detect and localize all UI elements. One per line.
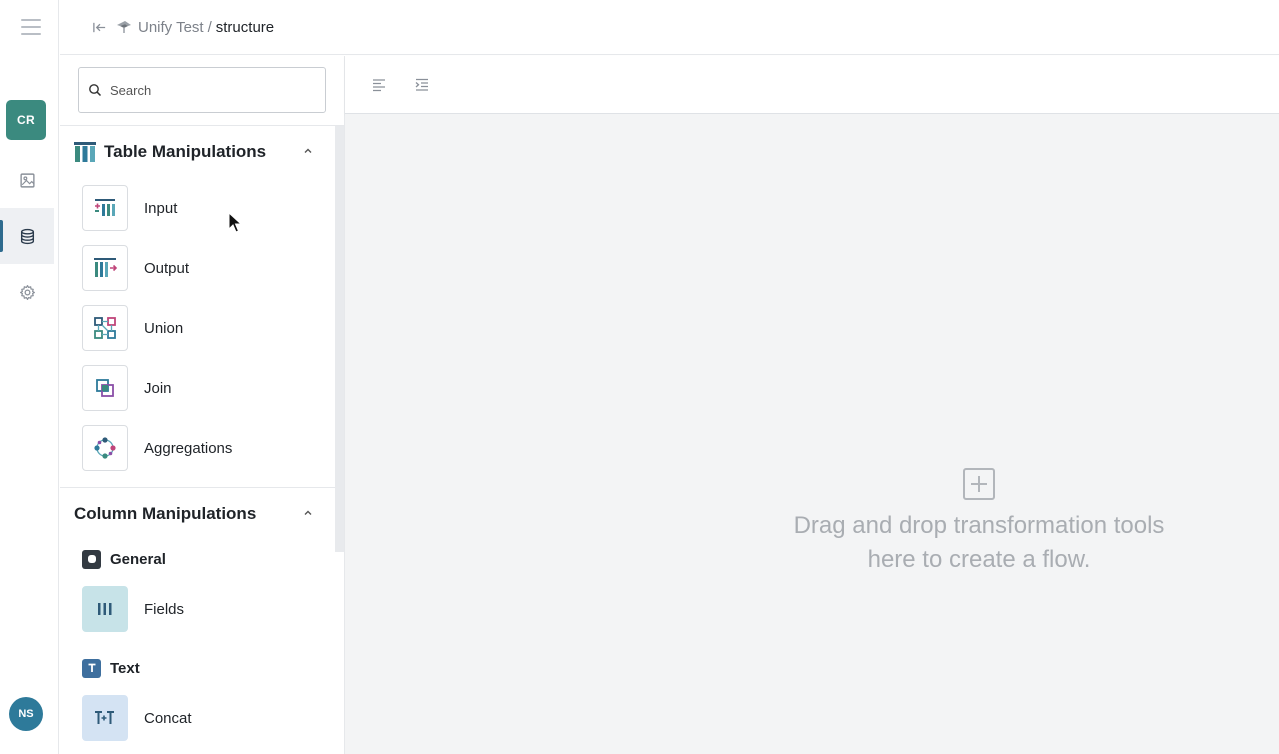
- tool-label: Concat: [144, 709, 192, 727]
- project-icon: [116, 19, 132, 35]
- search-icon: [89, 84, 102, 97]
- group-text: Text: [82, 657, 140, 679]
- empty-state-line-2: here to create a flow.: [867, 546, 1091, 573]
- collapse-panel-icon[interactable]: [92, 19, 108, 35]
- group-label: General: [110, 550, 166, 568]
- section-column-manipulations[interactable]: Column Manipulations: [74, 499, 314, 529]
- breadcrumb-project[interactable]: Unify Test: [138, 19, 204, 36]
- section-title: Table Manipulations: [104, 142, 267, 161]
- output-icon: [82, 245, 128, 291]
- gear-icon: [19, 284, 35, 300]
- palette-divider: [60, 125, 344, 126]
- tool-union[interactable]: Union: [82, 305, 282, 351]
- breadcrumb: Unify Test / structure: [138, 19, 274, 36]
- concat-icon: [82, 695, 128, 741]
- empty-state-line-1: Drag and drop transformation tools: [793, 512, 1165, 539]
- tool-aggregations[interactable]: Aggregations: [82, 425, 282, 471]
- indent-button[interactable]: [412, 75, 432, 95]
- canvas-toolbar: [345, 56, 1279, 114]
- tool-output[interactable]: Output: [82, 245, 282, 291]
- rail-item-images[interactable]: [0, 152, 54, 208]
- text-icon: [82, 658, 101, 678]
- chevron-up-icon[interactable]: [302, 507, 314, 519]
- tool-label: Join: [144, 379, 172, 397]
- tool-fields[interactable]: Fields: [82, 586, 282, 632]
- tool-palette: Table Manipulations Input Output Union: [60, 56, 345, 754]
- tool-label: Output: [144, 259, 190, 277]
- tool-label: Aggregations: [144, 439, 233, 457]
- tool-label: Input: [144, 199, 178, 217]
- breadcrumb-bar: Unify Test / structure: [60, 0, 1279, 55]
- empty-state-message: Drag and drop transformation tools here …: [779, 509, 1179, 577]
- align-left-button[interactable]: [369, 75, 389, 95]
- flow-canvas[interactable]: Drag and drop transformation tools here …: [345, 114, 1279, 754]
- input-icon: [82, 185, 128, 231]
- tool-label: Fields: [144, 600, 185, 618]
- table-icon: [74, 142, 96, 162]
- tool-input[interactable]: Input: [82, 185, 282, 231]
- left-rail: CR NS: [0, 0, 59, 754]
- breadcrumb-current: structure: [215, 18, 275, 36]
- group-label: Text: [110, 659, 140, 677]
- section-table-manipulations[interactable]: Table Manipulations: [74, 137, 314, 167]
- chevron-up-icon[interactable]: [302, 145, 314, 157]
- general-icon: [82, 549, 101, 569]
- tool-join[interactable]: Join: [82, 365, 282, 411]
- rail-item-database[interactable]: [0, 208, 54, 264]
- add-icon: [963, 468, 995, 500]
- union-icon: [82, 305, 128, 351]
- database-icon: [20, 228, 34, 244]
- search-field[interactable]: [78, 67, 326, 113]
- group-general: General: [82, 548, 166, 570]
- breadcrumb-separator: /: [207, 18, 212, 36]
- section-title: Column Manipulations: [74, 504, 257, 523]
- aggregations-icon: [82, 425, 128, 471]
- section-divider: [60, 487, 335, 488]
- palette-scrollbar[interactable]: [335, 126, 344, 552]
- search-input[interactable]: [110, 82, 310, 98]
- tool-concat[interactable]: Concat: [82, 695, 282, 741]
- image-icon: [19, 172, 35, 188]
- hamburger-icon[interactable]: [21, 19, 41, 35]
- fields-icon: [82, 586, 128, 632]
- indent-icon: [415, 78, 428, 91]
- app-root: CR NS Unify Test / structure Search Tabl…: [0, 0, 1279, 754]
- align-left-icon: [373, 79, 385, 92]
- org-badge[interactable]: CR: [6, 100, 46, 140]
- join-icon: [82, 365, 128, 411]
- tool-label: Union: [144, 319, 184, 337]
- rail-item-settings[interactable]: [0, 264, 54, 320]
- user-avatar[interactable]: NS: [9, 697, 43, 731]
